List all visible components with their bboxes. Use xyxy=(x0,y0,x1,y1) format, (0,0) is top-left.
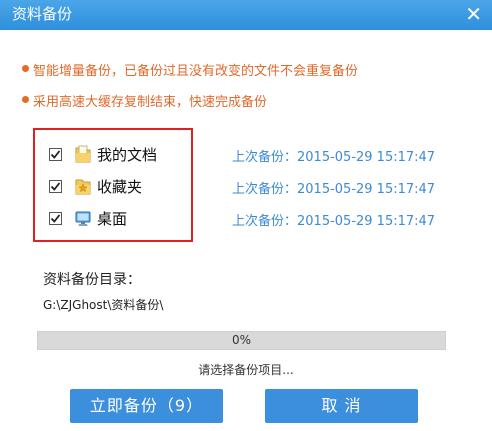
documents-label: 我的文档 xyxy=(97,146,158,164)
documents-last-backup: 上次备份：2015-05-29 15:17:47 xyxy=(232,150,436,165)
backup-item-documents: 我的文档 上次备份：2015-05-29 15:17:47 xyxy=(0,142,492,166)
tip-incremental: 智能增量备份，已备份过且没有改变的文件不会重复备份 xyxy=(22,60,359,79)
desktop-icon xyxy=(75,211,91,226)
bullet-icon xyxy=(22,96,29,103)
progress-bar: 0% xyxy=(37,331,446,350)
favorites-label: 收藏夹 xyxy=(97,178,143,196)
documents-checkbox[interactable] xyxy=(49,148,62,161)
backup-item-desktop: 桌面 上次备份：2015-05-29 15:17:47 xyxy=(0,206,492,230)
tip-text: 智能增量备份，已备份过且没有改变的文件不会重复备份 xyxy=(33,64,359,79)
backup-now-button[interactable]: 立即备份（9） xyxy=(70,389,223,423)
checkmark-icon xyxy=(50,214,61,223)
backup-item-favorites: 收藏夹 上次备份：2015-05-29 15:17:47 xyxy=(0,174,492,198)
desktop-label: 桌面 xyxy=(97,210,128,228)
window-title: 资料备份 xyxy=(12,5,73,23)
title-bar: 资料备份 ✕ xyxy=(0,0,492,30)
desktop-checkbox[interactable] xyxy=(49,212,62,225)
backup-directory-label: 资料备份目录： xyxy=(43,272,141,288)
favorites-checkbox[interactable] xyxy=(49,180,62,193)
cancel-button[interactable]: 取 消 xyxy=(265,389,418,423)
bullet-icon xyxy=(22,65,29,72)
backup-directory-path: G:\ZJGhost\资料备份\ xyxy=(43,298,164,312)
close-icon[interactable]: ✕ xyxy=(465,1,482,27)
checkmark-icon xyxy=(50,182,61,191)
progress-percent: 0% xyxy=(231,333,252,347)
favorites-folder-icon xyxy=(75,179,91,195)
favorites-last-backup: 上次备份：2015-05-29 15:17:47 xyxy=(232,182,436,197)
tip-fast-copy: 采用高速大缓存复制结束，快速完成备份 xyxy=(22,91,268,110)
tip-text: 采用高速大缓存复制结束，快速完成备份 xyxy=(33,95,268,110)
checkmark-icon xyxy=(50,150,61,159)
status-text: 请选择备份项目... xyxy=(198,363,294,377)
documents-folder-icon xyxy=(75,145,91,163)
desktop-last-backup: 上次备份：2015-05-29 15:17:47 xyxy=(232,214,436,229)
